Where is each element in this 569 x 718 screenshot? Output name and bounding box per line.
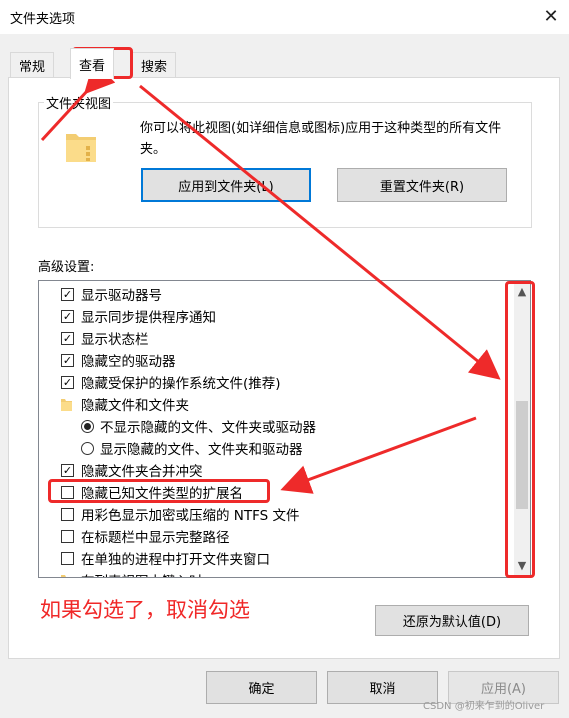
checkbox-unchecked-icon[interactable]: [61, 551, 74, 565]
advanced-settings-list[interactable]: ✓ 显示驱动器号 ✓ 显示同步提供程序通知 ✓ 显示状态栏 ✓ 隐藏空的驱动器 ✓ 隐藏受保护的操…: [38, 280, 516, 578]
list-item[interactable]: 在单独的进程中打开文件夹窗口: [61, 547, 270, 569]
radio-unselected-icon[interactable]: [81, 441, 94, 455]
watermark: CSDN @初来乍到的Oliver: [423, 701, 545, 712]
restore-defaults-button[interactable]: 还原为默认值(D): [375, 605, 529, 636]
list-item-label: 隐藏文件和文件夹: [81, 398, 189, 414]
list-item: 隐藏文件和文件夹: [61, 393, 189, 415]
list-item[interactable]: ✓ 隐藏空的驱动器: [61, 349, 176, 371]
list-item-label: 在列表视图中键入时: [81, 570, 203, 577]
checkbox-checked-icon[interactable]: ✓: [61, 309, 74, 323]
list-item-label: 不显示隐藏的文件、文件夹或驱动器: [100, 420, 316, 436]
window-title: 文件夹选项: [10, 12, 76, 27]
checkbox-checked-icon[interactable]: ✓: [61, 287, 74, 301]
option-highlight-box: [48, 479, 270, 503]
tab-view[interactable]: 查看: [70, 48, 115, 79]
close-button[interactable]: ✕: [536, 2, 566, 30]
close-icon: ✕: [543, 5, 559, 27]
list-item-label: 隐藏受保护的操作系统文件(推荐): [81, 376, 281, 392]
list-item[interactable]: 用彩色显示加密或压缩的 NTFS 文件: [61, 503, 300, 525]
list-item[interactable]: 在标题栏中显示完整路径: [61, 525, 230, 547]
list-item-label: 在单独的进程中打开文件夹窗口: [81, 552, 270, 568]
tab-general[interactable]: 常规: [10, 52, 55, 77]
advanced-settings-label: 高级设置:: [38, 260, 95, 275]
folder-icon: [66, 134, 96, 162]
folder-icon: [61, 574, 72, 577]
checkbox-checked-icon[interactable]: ✓: [61, 331, 74, 345]
list-item-label: 显示隐藏的文件、文件夹和驱动器: [100, 442, 303, 458]
cancel-button[interactable]: 取消: [327, 671, 438, 704]
list-item-label: 用彩色显示加密或压缩的 NTFS 文件: [81, 508, 300, 524]
ok-button[interactable]: 确定: [206, 671, 317, 704]
apply-to-folders-button[interactable]: 应用到文件夹(L): [141, 168, 311, 202]
scrollbar-highlight-box: [505, 281, 535, 578]
list-item-label: 隐藏文件夹合并冲突: [81, 464, 203, 480]
folder-view-description: 你可以将此视图(如详细信息或图标)应用于这种类型的所有文件夹。: [140, 121, 502, 157]
checkbox-checked-icon[interactable]: ✓: [61, 353, 74, 367]
reset-folders-button[interactable]: 重置文件夹(R): [337, 168, 507, 202]
checkbox-unchecked-icon[interactable]: [61, 529, 74, 543]
tab-search[interactable]: 搜索: [132, 52, 177, 77]
checkbox-checked-icon[interactable]: ✓: [61, 463, 74, 477]
annotation-text: 如果勾选了，取消勾选: [40, 598, 250, 622]
radio-selected-icon[interactable]: [81, 419, 94, 433]
checkbox-unchecked-icon[interactable]: [61, 507, 74, 521]
list-item-label: 显示状态栏: [81, 332, 149, 348]
list-item[interactable]: ✓ 隐藏受保护的操作系统文件(推荐): [61, 371, 281, 393]
list-item: 在列表视图中键入时: [61, 569, 203, 577]
list-item-label: 显示驱动器号: [81, 288, 162, 304]
list-item-label: 在标题栏中显示完整路径: [81, 530, 230, 546]
list-item-label: 显示同步提供程序通知: [81, 310, 216, 326]
list-item[interactable]: 显示隐藏的文件、文件夹和驱动器: [81, 437, 303, 459]
list-item[interactable]: ✓ 显示驱动器号: [61, 283, 162, 305]
checkbox-checked-icon[interactable]: ✓: [61, 375, 74, 389]
list-item[interactable]: ✓ 隐藏文件夹合并冲突: [61, 459, 203, 481]
folder-view-label: 文件夹视图: [44, 93, 114, 112]
folder-icon: [61, 398, 72, 411]
list-item[interactable]: ✓ 显示状态栏: [61, 327, 149, 349]
list-item[interactable]: ✓ 显示同步提供程序通知: [61, 305, 216, 327]
list-item-label: 隐藏空的驱动器: [81, 354, 176, 370]
list-item[interactable]: 不显示隐藏的文件、文件夹或驱动器: [81, 415, 316, 437]
